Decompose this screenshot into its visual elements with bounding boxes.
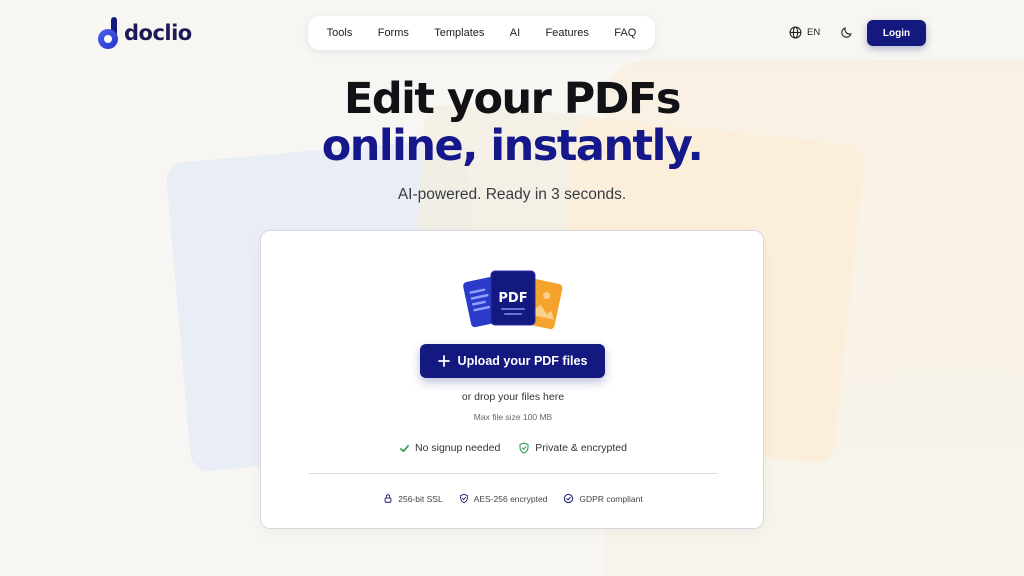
pdf-badge-text: PDF xyxy=(498,291,527,306)
brand-logo[interactable]: doclio xyxy=(98,17,192,49)
theme-toggle[interactable] xyxy=(840,26,853,44)
hero-title-line2: online, instantly. xyxy=(321,121,704,171)
badge-aes: AES-256 encrypted xyxy=(459,493,548,504)
upload-button-label: Upload your PDF files xyxy=(457,354,588,368)
pdf-files-illustration: PDF xyxy=(463,270,563,330)
feature-no-signup: No signup needed xyxy=(399,442,500,454)
doclio-logo-icon xyxy=(98,17,118,49)
nav-item-faq[interactable]: FAQ xyxy=(614,27,636,39)
moon-icon xyxy=(841,27,852,38)
check-icon xyxy=(400,444,410,452)
badge-ssl: 256-bit SSL xyxy=(383,493,443,504)
badge-label: 256-bit SSL xyxy=(398,493,443,504)
nav-item-templates[interactable]: Templates xyxy=(434,27,484,39)
shield-check-icon xyxy=(459,493,468,504)
lock-icon xyxy=(384,494,392,503)
top-navigation: Tools Forms Templates AI Features FAQ xyxy=(308,16,655,50)
hero-title-line1: Edit your PDFs xyxy=(344,74,681,124)
max-file-size: Max file size 100 MB xyxy=(473,412,553,422)
nav-item-tools[interactable]: Tools xyxy=(327,27,353,39)
feature-label: Private & encrypted xyxy=(535,442,627,454)
language-selector[interactable]: EN xyxy=(789,26,820,39)
nav-item-ai[interactable]: AI xyxy=(510,27,520,39)
plus-icon xyxy=(437,355,450,367)
feature-private-encrypted: Private & encrypted xyxy=(518,442,627,454)
hero-subtitle: AI-powered. Ready in 3 seconds. xyxy=(397,186,627,203)
upload-pdf-button[interactable]: Upload your PDF files xyxy=(420,344,605,378)
feature-list: No signup needed Private & encrypted xyxy=(261,442,765,454)
shield-check-icon xyxy=(519,442,529,454)
nav-item-features[interactable]: Features xyxy=(546,27,589,39)
language-label: EN xyxy=(807,27,821,38)
globe-icon xyxy=(789,26,802,39)
badge-gdpr: GDPR compliant xyxy=(563,493,643,504)
upload-card[interactable]: PDF Upload your PDF files or drop your f… xyxy=(260,230,764,529)
card-divider xyxy=(308,473,717,474)
badge-label: AES-256 encrypted xyxy=(473,493,548,504)
security-badges: 256-bit SSL AES-256 encrypted GDPR compl… xyxy=(261,493,765,504)
login-button[interactable]: Login xyxy=(867,20,926,46)
feature-label: No signup needed xyxy=(415,442,501,454)
nav-item-forms[interactable]: Forms xyxy=(378,27,409,39)
badge-label: GDPR compliant xyxy=(579,493,643,504)
brand-name: doclio xyxy=(124,21,192,45)
drop-zone-hint: or drop your files here xyxy=(461,391,565,403)
check-circle-icon xyxy=(564,493,574,504)
